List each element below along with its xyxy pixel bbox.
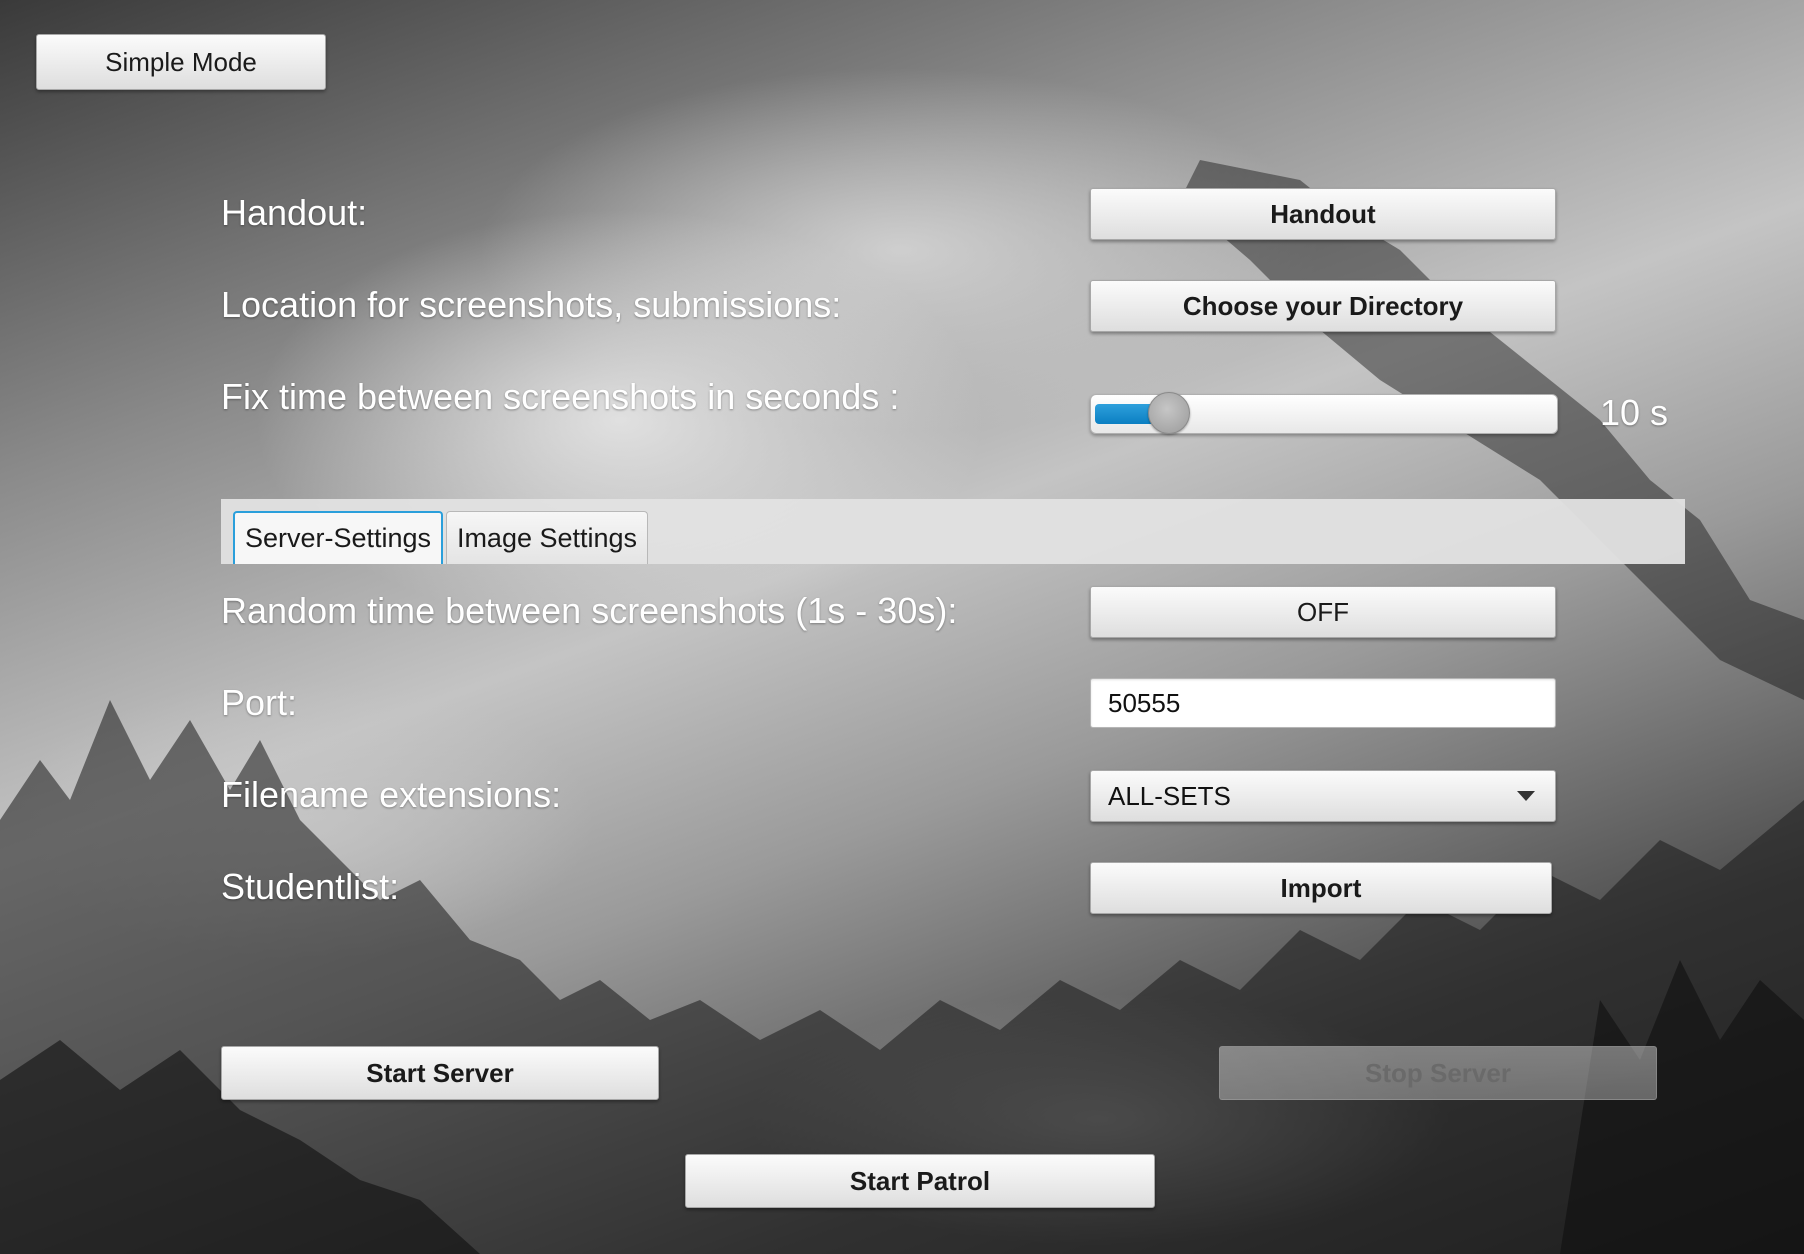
interval-label: Fix time between screenshots in seconds … [221,376,900,417]
tab-server-settings[interactable]: Server-Settings [233,511,443,564]
interval-slider-thumb[interactable] [1148,392,1190,434]
random-time-label: Random time between screenshots (1s - 30… [221,590,958,631]
location-label: Location for screenshots, submissions: [221,284,842,325]
handout-button[interactable]: Handout [1090,188,1556,240]
random-time-toggle[interactable]: OFF [1090,586,1556,638]
interval-value: 10 s [1600,392,1669,433]
interval-slider[interactable] [1090,392,1558,434]
port-input[interactable] [1090,678,1556,728]
extensions-selected-value: ALL-SETS [1108,780,1231,811]
studentlist-label: Studentlist: [221,866,400,907]
simple-mode-button[interactable]: Simple Mode [36,34,326,90]
start-server-button[interactable]: Start Server [221,1046,659,1100]
handout-label: Handout: [221,192,368,233]
port-label: Port: [221,682,298,723]
choose-directory-button[interactable]: Choose your Directory [1090,280,1556,332]
import-button[interactable]: Import [1090,862,1552,914]
tab-image-settings[interactable]: Image Settings [446,511,648,564]
stop-server-button[interactable]: Stop Server [1219,1046,1657,1100]
chevron-down-icon [1517,791,1535,801]
extensions-label: Filename extensions: [221,774,562,815]
start-patrol-button[interactable]: Start Patrol [685,1154,1155,1208]
settings-tabbar: Server-Settings Image Settings [221,499,1685,564]
extensions-select[interactable]: ALL-SETS [1090,770,1556,822]
